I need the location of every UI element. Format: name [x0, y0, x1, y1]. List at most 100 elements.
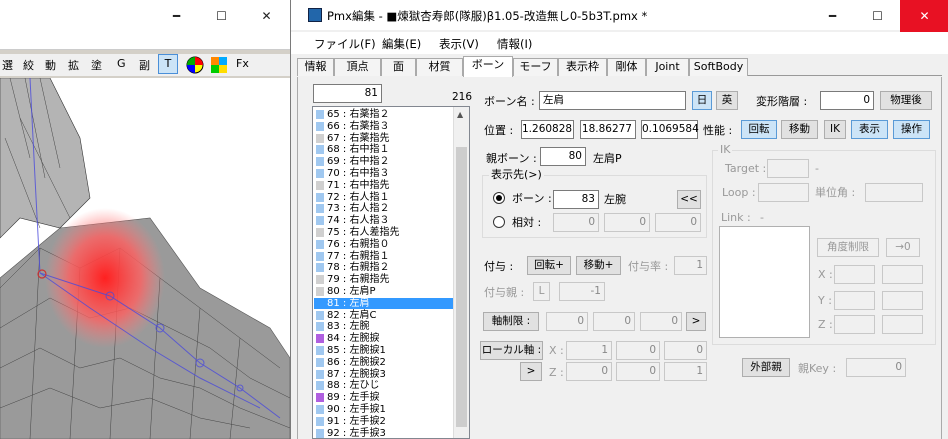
- list-item[interactable]: 76 : 右親指０: [314, 239, 454, 250]
- local-x-3[interactable]: 0: [664, 341, 707, 360]
- maximize-icon[interactable]: ☐: [199, 0, 244, 32]
- list-item[interactable]: 91 : 左手捩2: [314, 416, 454, 427]
- local-axis-button[interactable]: ローカル軸 :: [480, 341, 543, 360]
- tab-vertex[interactable]: 頂点: [334, 58, 381, 76]
- menu-edit[interactable]: 編集(E): [382, 36, 421, 52]
- list-item[interactable]: 74 : 右人指３: [314, 215, 454, 226]
- ik-z-max[interactable]: [882, 315, 923, 334]
- list-item[interactable]: 80 : 左肩P: [314, 286, 454, 297]
- menu-file[interactable]: ファイル(F): [314, 36, 376, 52]
- list-item[interactable]: 68 : 右中指１: [314, 144, 454, 155]
- grant-rate-field[interactable]: 1: [674, 256, 707, 275]
- bone-name-field[interactable]: 左肩: [539, 91, 686, 110]
- minimize-icon[interactable]: ━: [154, 0, 199, 32]
- pos-x-field[interactable]: 1.260828: [521, 120, 574, 139]
- ik-x-max[interactable]: [882, 265, 923, 284]
- list-item[interactable]: 83 : 左腕: [314, 321, 454, 332]
- list-item[interactable]: 70 : 右中指３: [314, 168, 454, 179]
- local-z-1[interactable]: 0: [566, 362, 612, 381]
- ik-toggle[interactable]: IK: [824, 120, 846, 139]
- local-z-3[interactable]: 1: [664, 362, 707, 381]
- scroll-thumb[interactable]: [456, 147, 467, 427]
- lang-en-button[interactable]: 英: [716, 91, 738, 110]
- menu-view[interactable]: 表示(V): [439, 36, 479, 52]
- axis-x[interactable]: 0: [546, 312, 588, 331]
- tip-bone-radio[interactable]: [493, 192, 505, 204]
- list-item[interactable]: 73 : 右人指２: [314, 203, 454, 214]
- grant-parent-field[interactable]: -1: [559, 282, 605, 301]
- scroll-up-icon[interactable]: ▲: [457, 110, 463, 119]
- list-item[interactable]: 66 : 右薬指３: [314, 121, 454, 132]
- external-parent-button[interactable]: 外部親: [742, 358, 790, 377]
- fx-tool[interactable]: Fx: [236, 57, 249, 70]
- ik-x-min[interactable]: [834, 265, 875, 284]
- close-icon[interactable]: ✕: [244, 0, 289, 32]
- list-item[interactable]: 67 : 右薬指先: [314, 133, 454, 144]
- tab-info[interactable]: 情報: [297, 58, 334, 76]
- t-tool[interactable]: T: [158, 54, 178, 74]
- list-item[interactable]: 88 : 左ひじ: [314, 380, 454, 391]
- tab-joint[interactable]: Joint: [646, 58, 689, 76]
- tab-morph[interactable]: モーフ: [513, 58, 558, 76]
- minimize-icon[interactable]: ━: [810, 0, 855, 32]
- maximize-icon[interactable]: ☐: [855, 0, 900, 32]
- axis-z[interactable]: 0: [640, 312, 682, 331]
- ik-target-field[interactable]: [767, 159, 809, 178]
- paint-tool[interactable]: 塗: [91, 57, 102, 73]
- local-x-1[interactable]: 1: [566, 341, 612, 360]
- list-item[interactable]: 85 : 左腕捩1: [314, 345, 454, 356]
- layer-field[interactable]: 0: [820, 91, 874, 110]
- move-tool[interactable]: 動: [45, 57, 56, 73]
- rotate-toggle[interactable]: 回転: [741, 120, 777, 139]
- pos-y-field[interactable]: 18.86277: [580, 120, 636, 139]
- parent-key-field[interactable]: 0: [846, 358, 906, 377]
- list-item[interactable]: 84 : 左腕捩: [314, 333, 454, 344]
- tip-rel-z[interactable]: 0: [655, 213, 701, 232]
- axis-limit-button[interactable]: 軸制限 :: [483, 312, 539, 331]
- lang-jp-button[interactable]: 日: [692, 91, 712, 110]
- parent-index-field[interactable]: 80: [540, 147, 586, 166]
- select-tool[interactable]: 選: [2, 57, 13, 73]
- tab-bone[interactable]: ボーン: [463, 56, 513, 77]
- sub-tool[interactable]: 副: [139, 57, 150, 73]
- bone-list[interactable]: 65 : 右薬指２ 66 : 右薬指３ 67 : 右薬指先 68 : 右中指１ 69 :…: [312, 106, 470, 439]
- list-item[interactable]: 75 : 右人差指先: [314, 227, 454, 238]
- grant-rotate-button[interactable]: 回転+: [527, 256, 571, 275]
- local-x-2[interactable]: 0: [616, 341, 660, 360]
- ik-unit-field[interactable]: [865, 183, 923, 202]
- ik-angle-limit-button[interactable]: 角度制限: [817, 238, 879, 257]
- tab-face[interactable]: 面: [381, 58, 416, 76]
- close-icon[interactable]: ✕: [900, 0, 948, 32]
- tab-display-frame[interactable]: 表示枠: [558, 58, 607, 76]
- tip-rel-y[interactable]: 0: [604, 213, 650, 232]
- axis-y[interactable]: 0: [593, 312, 635, 331]
- bone-index-field[interactable]: 81: [313, 84, 382, 103]
- 3d-viewport[interactable]: [0, 78, 290, 439]
- ik-link-list[interactable]: [719, 226, 810, 338]
- list-item[interactable]: 87 : 左腕捩3: [314, 369, 454, 380]
- ik-zero-button[interactable]: →0: [886, 238, 920, 257]
- tab-rigid-body[interactable]: 剛体: [607, 58, 646, 76]
- ik-z-min[interactable]: [834, 315, 875, 334]
- local-z-2[interactable]: 0: [616, 362, 660, 381]
- local-arrow-button[interactable]: >: [520, 362, 542, 381]
- grid-color-icon[interactable]: [210, 56, 228, 74]
- grant-move-button[interactable]: 移動+: [576, 256, 621, 275]
- list-item[interactable]: 71 : 右中指先: [314, 180, 454, 191]
- list-item[interactable]: 78 : 右親指２: [314, 262, 454, 273]
- axis-arrow-button[interactable]: >: [686, 312, 706, 331]
- list-item[interactable]: 89 : 左手捩: [314, 392, 454, 403]
- tip-index-field[interactable]: 83: [553, 190, 599, 209]
- display-toggle[interactable]: 表示: [851, 120, 888, 139]
- grant-parent-button[interactable]: L: [533, 282, 550, 301]
- pos-z-field[interactable]: 0.1069584: [641, 120, 699, 139]
- list-item[interactable]: 86 : 左腕捩2: [314, 357, 454, 368]
- move-toggle[interactable]: 移動: [781, 120, 818, 139]
- tab-material[interactable]: 材質: [416, 58, 463, 76]
- list-item[interactable]: 81 : 左肩: [314, 297, 454, 309]
- ik-loop-field[interactable]: [758, 183, 809, 202]
- tab-softbody[interactable]: SoftBody: [689, 58, 748, 76]
- filter-tool[interactable]: 絞: [23, 57, 34, 73]
- tip-select-button[interactable]: <<: [677, 190, 701, 209]
- tip-rel-x[interactable]: 0: [553, 213, 599, 232]
